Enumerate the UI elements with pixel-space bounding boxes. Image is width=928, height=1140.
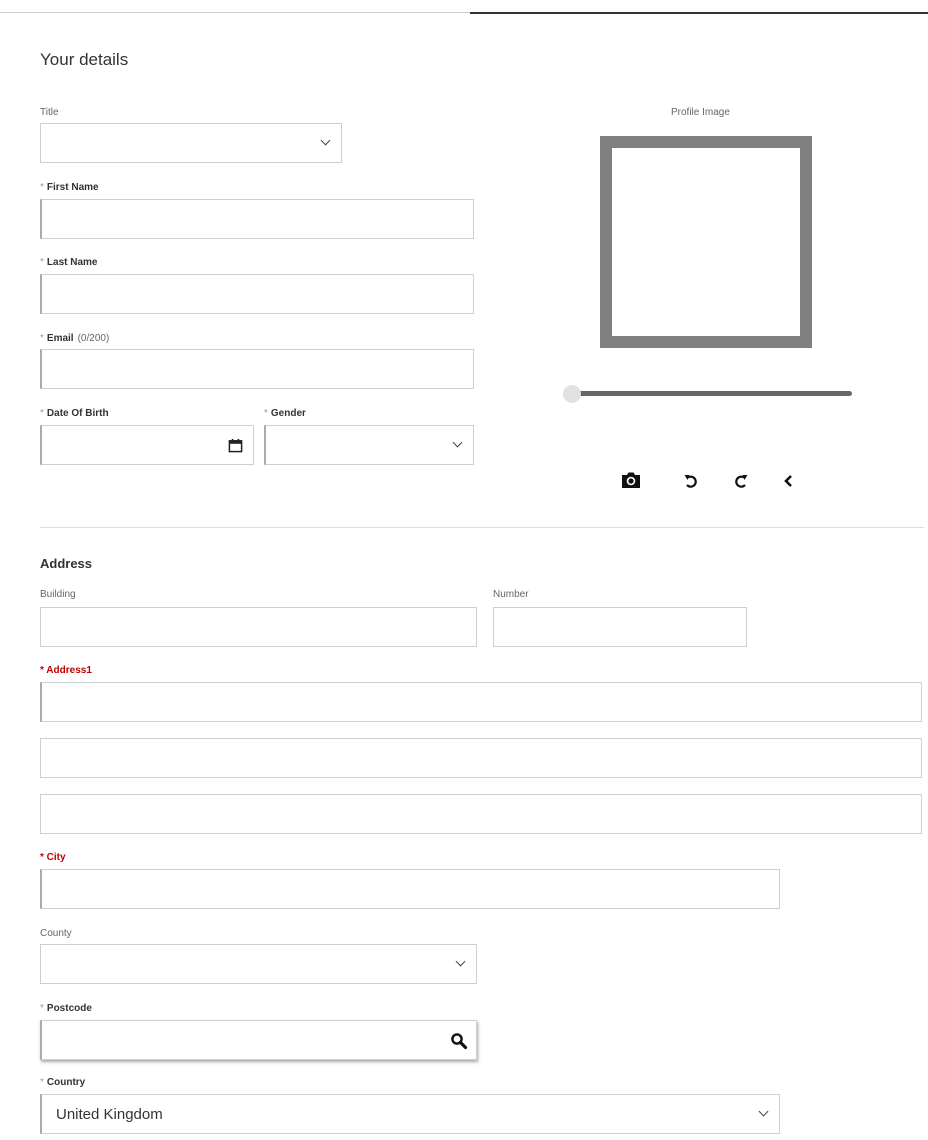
postcode-label: * Postcode (40, 1003, 92, 1014)
gender-select[interactable] (264, 425, 474, 465)
postcode-input[interactable] (42, 1021, 476, 1059)
building-field[interactable] (40, 607, 477, 647)
rotate-right-icon[interactable] (730, 470, 752, 492)
chevron-down-icon (758, 1106, 769, 1117)
page-title: Your details (40, 50, 129, 69)
last-name-input[interactable] (42, 275, 473, 313)
first-name-field[interactable] (40, 199, 474, 239)
email-label: * Email (0/200) (40, 333, 110, 344)
building-label: Building (40, 589, 76, 600)
profile-image-label: Profile Image (671, 107, 730, 118)
number-label: Number (493, 589, 529, 600)
zoom-slider[interactable] (570, 391, 852, 396)
building-input[interactable] (41, 608, 476, 646)
address1-input[interactable] (42, 683, 921, 721)
back-icon[interactable] (778, 470, 800, 492)
title-label: Title (40, 107, 59, 118)
first-name-label: * First Name (40, 182, 99, 193)
county-label: County (40, 928, 72, 939)
country-select[interactable]: United Kingdom (40, 1094, 780, 1134)
search-icon[interactable] (450, 1032, 468, 1050)
chevron-down-icon (455, 956, 466, 967)
city-field[interactable] (40, 869, 780, 909)
top-divider-accent (470, 12, 928, 14)
county-select[interactable] (40, 944, 477, 984)
email-char-counter: (0/200) (77, 333, 110, 344)
dob-input[interactable] (42, 426, 253, 464)
zoom-slider-handle[interactable] (563, 385, 581, 403)
postcode-field[interactable] (40, 1020, 477, 1060)
calendar-icon[interactable] (228, 438, 243, 453)
email-field[interactable] (40, 349, 474, 389)
gender-label: * Gender (264, 408, 306, 419)
last-name-label: * Last Name (40, 257, 98, 268)
number-input[interactable] (494, 608, 746, 646)
section-divider (40, 527, 924, 528)
dob-field[interactable] (40, 425, 254, 465)
chevron-down-icon (452, 437, 463, 448)
first-name-input[interactable] (42, 200, 473, 238)
profile-image-frame[interactable] (600, 136, 812, 348)
rotate-left-icon[interactable] (680, 470, 702, 492)
country-label: * Country (40, 1077, 86, 1088)
camera-icon[interactable] (620, 469, 642, 491)
chevron-down-icon (320, 135, 331, 146)
title-select[interactable] (40, 123, 342, 163)
number-field[interactable] (493, 607, 747, 647)
address3-field[interactable] (40, 794, 922, 834)
city-input[interactable] (42, 870, 779, 908)
email-input[interactable] (42, 350, 473, 388)
address1-label: * Address1 (40, 665, 92, 676)
city-label: * City (40, 852, 66, 863)
country-select-value: United Kingdom (56, 1106, 163, 1123)
address3-input[interactable] (41, 795, 921, 833)
address-section-title: Address (40, 556, 93, 571)
address2-field[interactable] (40, 738, 922, 778)
dob-label: * Date Of Birth (40, 408, 109, 419)
address2-input[interactable] (41, 739, 921, 777)
last-name-field[interactable] (40, 274, 474, 314)
address1-field[interactable] (40, 682, 922, 722)
